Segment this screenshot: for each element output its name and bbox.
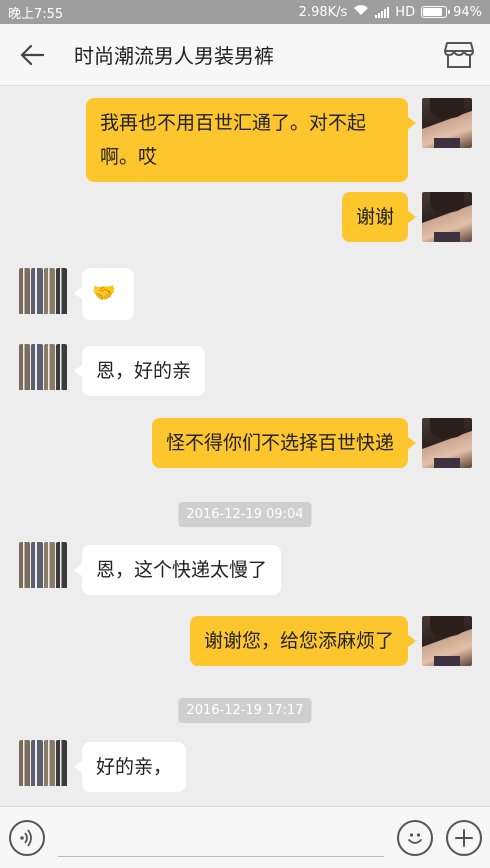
message-bubble-mine[interactable]: 谢谢 [341, 192, 417, 242]
signal-icon [375, 6, 390, 18]
voice-icon [20, 829, 32, 847]
wifi-icon [353, 4, 369, 20]
emoji-button[interactable] [397, 820, 433, 856]
voice-button[interactable] [9, 820, 45, 856]
message-bubble-shop[interactable]: 恩，这个快递太慢了 [73, 545, 282, 595]
chat-title: 时尚潮流男人男装男裤 [74, 44, 274, 68]
status-indicators: 2.98K/s HD 94% [299, 4, 482, 20]
message-bubble-shop[interactable]: 恩，好的亲 [73, 346, 206, 396]
chat-area[interactable]: 我再也不用百世汇通了。对不起啊。哎 谢谢 🤝 恩，好的亲 怪不得你们不选择百世快… [0, 86, 490, 806]
message-input[interactable] [58, 821, 384, 857]
message-timestamp: 2016-12-19 17:17 [178, 698, 312, 723]
message-bubble-mine[interactable]: 我再也不用百世汇通了。对不起啊。哎 [86, 98, 416, 182]
battery-percent: 94% [453, 4, 482, 20]
message-bubble-shop[interactable]: 🤝 [74, 268, 134, 320]
shop-avatar[interactable] [18, 738, 68, 788]
shop-avatar[interactable] [18, 540, 68, 590]
status-time: 晚上7:55 [8, 6, 64, 22]
shop-avatar[interactable] [18, 266, 68, 316]
message-bubble-mine[interactable]: 怪不得你们不选择百世快递 [151, 418, 417, 468]
status-bar: 晚上7:55 2.98K/s HD 94% [0, 0, 490, 24]
back-button[interactable] [0, 24, 64, 86]
plus-icon [455, 829, 473, 847]
message-bubble-shop[interactable]: 好的亲， [73, 742, 187, 792]
my-avatar[interactable] [422, 98, 472, 148]
battery-icon [421, 6, 451, 18]
store-button[interactable] [428, 24, 490, 86]
chat-header: 时尚潮流男人男装男裤 [0, 24, 490, 86]
message-bubble-mine[interactable]: 谢谢您，给您添麻烦了 [189, 616, 417, 666]
back-arrow-icon [20, 44, 44, 65]
store-icon [444, 41, 474, 68]
input-bar [0, 806, 490, 868]
my-avatar[interactable] [422, 192, 472, 242]
network-speed: 2.98K/s [298, 4, 348, 20]
my-avatar[interactable] [422, 616, 472, 666]
shop-avatar[interactable] [18, 342, 68, 392]
message-timestamp: 2016-12-19 09:04 [178, 502, 312, 527]
network-type: HD [395, 4, 416, 20]
more-button[interactable] [446, 820, 482, 856]
emoji-icon [408, 833, 422, 844]
my-avatar[interactable] [422, 418, 472, 468]
